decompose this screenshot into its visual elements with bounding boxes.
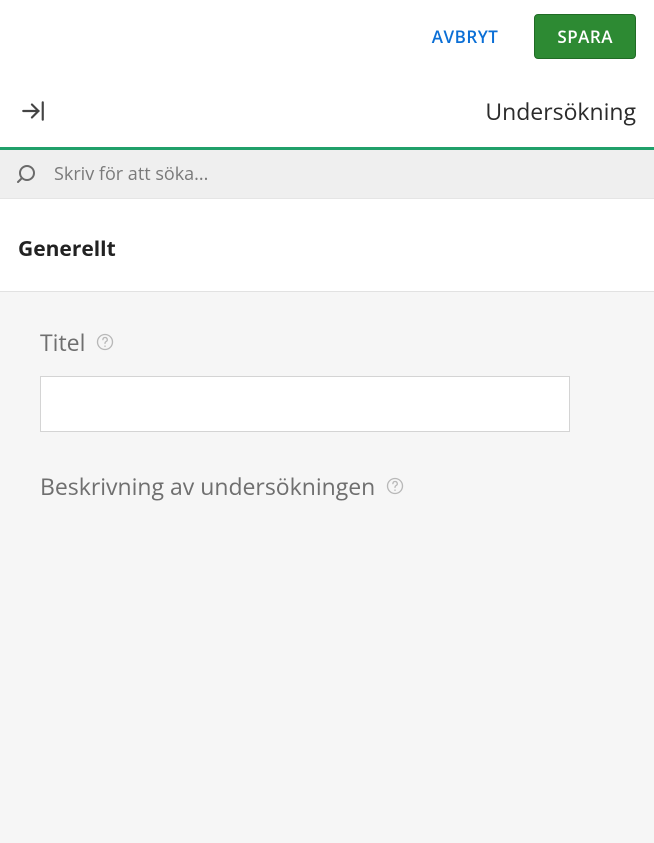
- help-icon[interactable]: [385, 476, 405, 496]
- search-icon: [16, 162, 40, 186]
- title-field-label: Titel: [40, 326, 85, 358]
- page-title: Undersökning: [485, 95, 636, 127]
- help-icon[interactable]: [95, 332, 115, 352]
- section-heading-general: Generellt: [0, 199, 654, 291]
- search-input[interactable]: [54, 162, 638, 186]
- collapse-panel-icon[interactable]: [20, 98, 46, 124]
- form-panel: Titel Beskrivning av undersökningen: [0, 291, 654, 843]
- description-field-label: Beskrivning av undersökningen: [40, 470, 375, 502]
- cancel-button[interactable]: AVBRYT: [432, 25, 499, 48]
- title-input[interactable]: [40, 376, 570, 432]
- search-bar: [0, 150, 654, 199]
- save-button[interactable]: SPARA: [534, 14, 636, 59]
